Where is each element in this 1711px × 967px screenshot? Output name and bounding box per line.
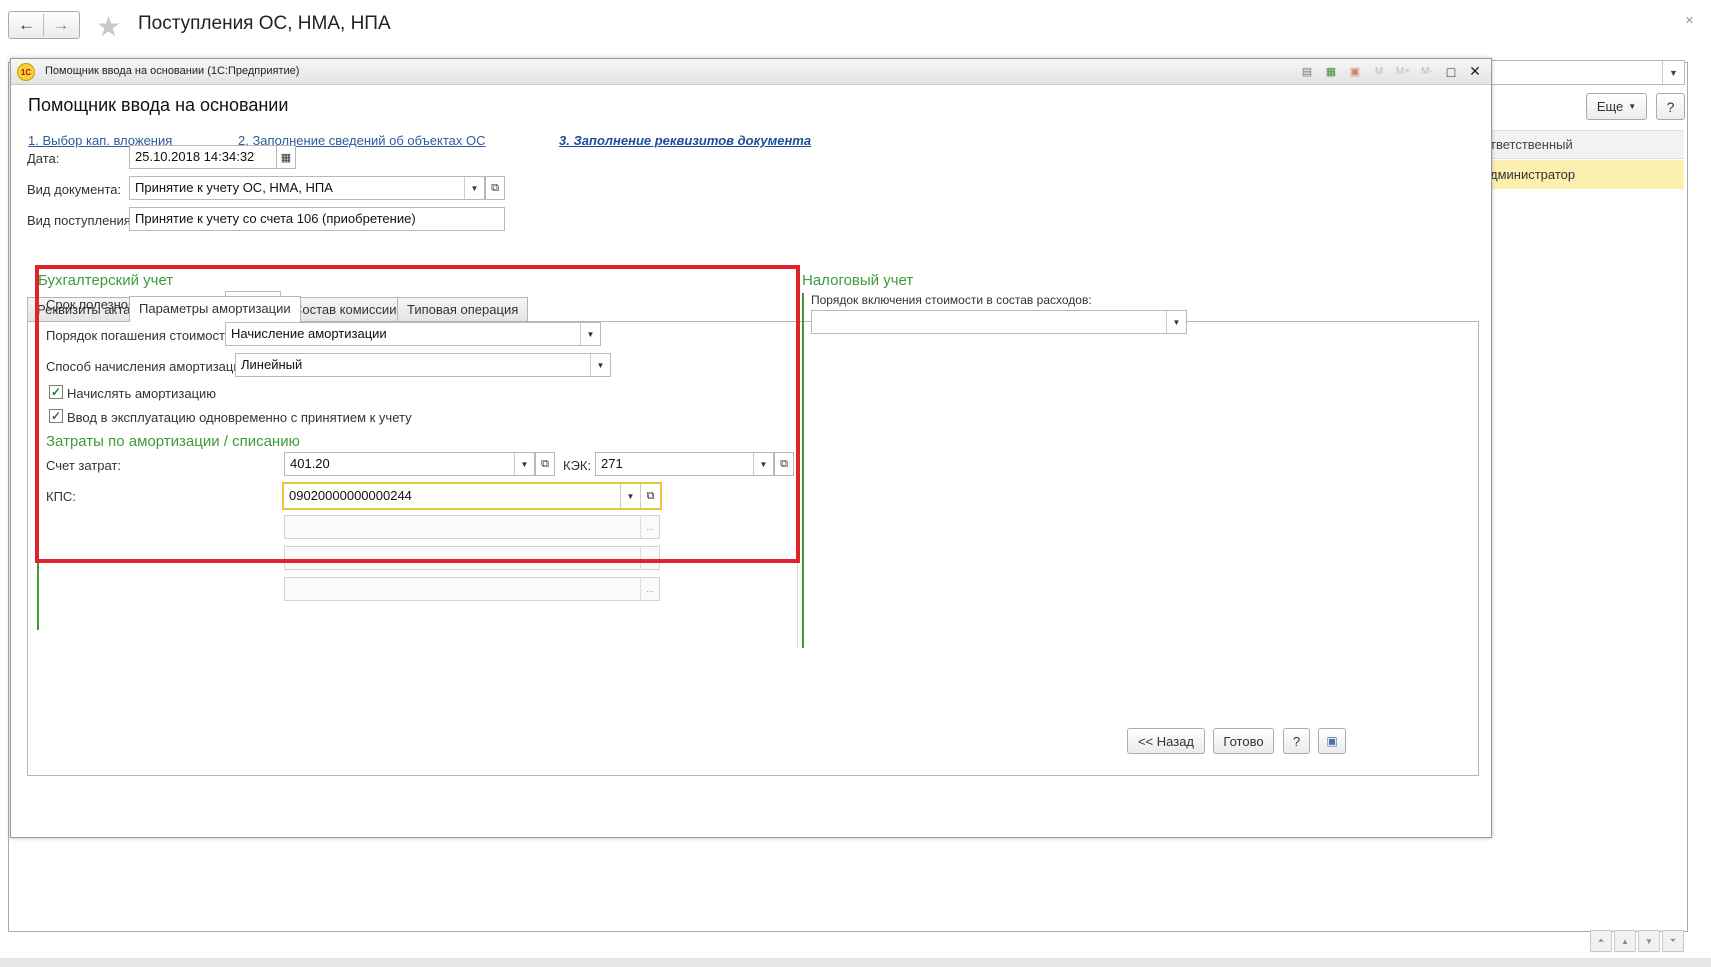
kps-value: 09020000000000244 bbox=[289, 488, 412, 503]
costs-heading: Затраты по амортизации / списанию bbox=[46, 433, 300, 450]
kps-field[interactable]: 09020000000000244 ▼ ⧉ bbox=[282, 482, 662, 510]
kek-value: 271 bbox=[601, 456, 623, 471]
date-field[interactable]: 25.10.2018 14:34:32 bbox=[129, 145, 277, 169]
repayment-field[interactable]: Начисление амортизации ▼ bbox=[225, 322, 601, 346]
chevron-down-icon[interactable]: ▼ bbox=[1166, 311, 1186, 333]
chevron-down-icon[interactable]: ▼ bbox=[1662, 61, 1684, 84]
cost-account-label: Счет затрат: bbox=[46, 458, 121, 473]
date-label: Дата: bbox=[27, 151, 60, 166]
accounting-heading: Бухгалтерский учет bbox=[38, 272, 174, 289]
tax-order-field[interactable]: ▼ bbox=[811, 310, 1187, 334]
repayment-label: Порядок погашения стоимости: bbox=[46, 328, 236, 343]
calendar-icon[interactable]: ▣ bbox=[1345, 62, 1365, 81]
help-button[interactable]: ? bbox=[1656, 93, 1685, 120]
back-arrow-icon[interactable]: ← bbox=[10, 12, 43, 38]
receipt-field[interactable]: Принятие к учету со счета 106 (приобрете… bbox=[129, 207, 505, 231]
chevron-down-icon[interactable]: ▼ bbox=[580, 323, 600, 345]
m-icon[interactable]: M bbox=[1369, 62, 1389, 81]
ellipsis-icon[interactable]: ... bbox=[640, 516, 659, 538]
receipt-label: Вид поступления: bbox=[27, 213, 135, 228]
scroll-controls: ⏶ ▲ ▼ ⏷ bbox=[1590, 930, 1688, 954]
empty-field-2[interactable] bbox=[284, 546, 660, 570]
accounting-group-bar bbox=[37, 293, 39, 630]
more-label: Еще bbox=[1596, 99, 1624, 114]
m-plus-icon[interactable]: M+ bbox=[1393, 62, 1413, 81]
ellipsis-icon[interactable] bbox=[640, 547, 659, 569]
chevron-down-icon[interactable]: ▼ bbox=[620, 484, 640, 508]
settings-icon[interactable]: ▣ bbox=[1318, 728, 1346, 754]
accrue-label: Начислять амортизацию bbox=[67, 386, 217, 401]
scroll-down-icon[interactable]: ▼ bbox=[1638, 930, 1660, 952]
tab-panel bbox=[27, 321, 1479, 776]
help-button[interactable]: ? bbox=[1283, 728, 1310, 754]
tax-group-bar bbox=[802, 293, 804, 648]
commission-label: Ввод в эксплуатацию одновременно с приня… bbox=[67, 410, 412, 425]
repayment-value: Начисление амортизации bbox=[231, 326, 387, 341]
done-button[interactable]: Готово bbox=[1213, 728, 1274, 754]
filter-combo[interactable]: ▼ bbox=[1490, 60, 1685, 85]
m-minus-icon[interactable]: M- bbox=[1417, 62, 1437, 81]
more-button[interactable]: Еще ▼ bbox=[1586, 93, 1647, 120]
assistant-dialog: 1С Помощник ввода на основании (1С:Предп… bbox=[10, 58, 1492, 838]
open-icon[interactable]: ⧉ bbox=[535, 452, 555, 476]
tax-order-label: Порядок включения стоимости в состав рас… bbox=[811, 293, 1092, 307]
chevron-down-icon[interactable]: ▼ bbox=[464, 177, 484, 199]
calculator-icon[interactable]: ▦ bbox=[1321, 62, 1341, 81]
doctype-value: Принятие к учету ОС, НМА, НПА bbox=[135, 180, 333, 195]
dialog-title: Помощник ввода на основании (1С:Предприя… bbox=[45, 65, 300, 77]
cost-account-field[interactable]: 401.20 ▼ bbox=[284, 452, 535, 476]
status-bar bbox=[0, 958, 1711, 967]
scroll-bottom-icon[interactable]: ⏷ bbox=[1662, 930, 1684, 952]
step-link-3[interactable]: 3. Заполнение реквизитов документа bbox=[559, 133, 811, 148]
kek-field[interactable]: 271 ▼ bbox=[595, 452, 774, 476]
forward-arrow-icon[interactable]: → bbox=[44, 12, 78, 38]
open-icon[interactable]: ⧉ bbox=[485, 176, 505, 200]
calendar-icon[interactable]: ▦ bbox=[276, 145, 296, 169]
method-field[interactable]: Линейный ▼ bbox=[235, 353, 611, 377]
accrue-checkbox[interactable]: ✓ bbox=[49, 385, 63, 399]
tab-depreciation-params[interactable]: Параметры амортизации bbox=[129, 296, 301, 322]
open-icon[interactable]: ⧉ bbox=[774, 452, 794, 476]
chevron-down-icon: ▼ bbox=[1628, 102, 1637, 111]
column-divider bbox=[797, 293, 798, 648]
dialog-heading: Помощник ввода на основании bbox=[28, 95, 289, 115]
tab-commission[interactable]: Состав комиссии bbox=[283, 297, 407, 321]
kps-label: КПС: bbox=[46, 489, 76, 504]
scroll-top-icon[interactable]: ⏶ bbox=[1590, 930, 1612, 952]
tax-heading: Налоговый учет bbox=[802, 272, 914, 289]
commission-checkbox[interactable]: ✓ bbox=[49, 409, 63, 423]
cost-account-value: 401.20 bbox=[290, 456, 330, 471]
open-icon[interactable]: ⧉ bbox=[640, 484, 660, 508]
page-title: Поступления ОС, НМА, НПА bbox=[138, 13, 391, 34]
favorite-star-icon[interactable]: ★ bbox=[96, 10, 121, 43]
close-icon[interactable]: × bbox=[1685, 12, 1694, 29]
column-header-responsible[interactable]: тветственный bbox=[1490, 130, 1684, 159]
empty-field-1[interactable]: ... bbox=[284, 515, 660, 539]
kek-label: КЭК: bbox=[563, 458, 592, 473]
print-icon[interactable]: ▤ bbox=[1297, 62, 1317, 81]
maximize-icon[interactable]: □ bbox=[1441, 62, 1461, 81]
chevron-down-icon[interactable]: ▼ bbox=[514, 453, 534, 475]
doctype-label: Вид документа: bbox=[27, 182, 122, 197]
titlebar-tools: ▤ ▦ ▣ M M+ M- □ ✕ bbox=[1297, 62, 1485, 81]
chevron-down-icon[interactable]: ▼ bbox=[590, 354, 610, 376]
chevron-down-icon[interactable]: ▼ bbox=[753, 453, 773, 475]
back-button[interactable]: << Назад bbox=[1127, 728, 1205, 754]
ellipsis-icon[interactable]: ... bbox=[640, 578, 659, 600]
table-row[interactable]: дминистратор bbox=[1490, 160, 1684, 189]
doctype-field[interactable]: Принятие к учету ОС, НМА, НПА ▼ bbox=[129, 176, 485, 200]
close-icon[interactable]: ✕ bbox=[1465, 62, 1485, 81]
method-value: Линейный bbox=[241, 357, 303, 372]
method-label: Способ начисления амортизации: bbox=[46, 359, 252, 374]
app-logo-icon: 1С bbox=[17, 63, 35, 81]
dialog-titlebar: 1С Помощник ввода на основании (1С:Предп… bbox=[11, 59, 1491, 85]
tab-typical-operation[interactable]: Типовая операция bbox=[397, 297, 529, 321]
empty-field-3[interactable]: ... bbox=[284, 577, 660, 601]
scroll-up-icon[interactable]: ▲ bbox=[1614, 930, 1636, 952]
